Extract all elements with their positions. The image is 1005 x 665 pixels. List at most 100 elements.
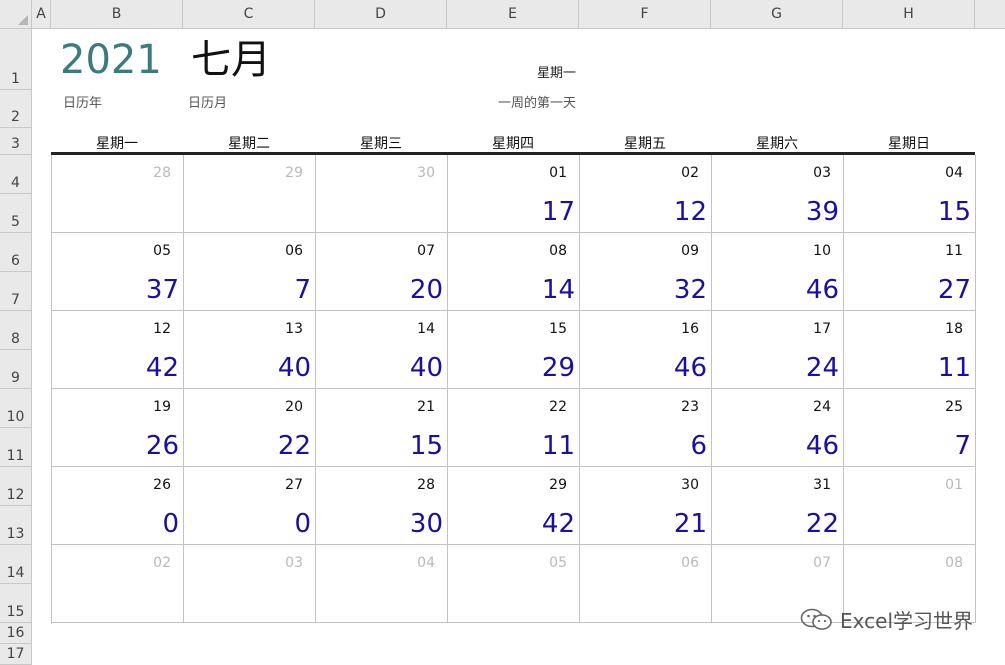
calendar-day-number: 16 <box>681 321 699 337</box>
calendar-cell[interactable]: 14 40 <box>316 311 448 389</box>
calendar-cell[interactable]: 04 15 <box>844 155 976 233</box>
calendar-day-number: 10 <box>813 243 831 259</box>
select-all-corner[interactable] <box>0 0 32 29</box>
calendar-day-number: 15 <box>549 321 567 337</box>
calendar-day-value: 46 <box>673 353 707 383</box>
calendar-day-number: 23 <box>681 399 699 415</box>
row-header-6[interactable]: 6 <box>0 233 32 272</box>
calendar-day-number: 18 <box>945 321 963 337</box>
calendar-cell[interactable]: 10 46 <box>712 233 844 311</box>
calendar-month[interactable]: 七月 <box>191 36 271 84</box>
calendar-cell[interactable]: 25 7 <box>844 389 976 467</box>
column-header-g[interactable]: G <box>711 0 843 29</box>
row-header-13[interactable]: 13 <box>0 506 32 545</box>
calendar-cell[interactable]: 17 24 <box>712 311 844 389</box>
calendar-year[interactable]: 2021 <box>60 36 162 84</box>
watermark-text: Excel学习世界 <box>840 609 973 633</box>
weekday-tue: 星期二 <box>228 136 270 152</box>
column-header-h[interactable]: H <box>843 0 975 29</box>
row-header-5[interactable]: 5 <box>0 194 32 233</box>
row-header-15[interactable]: 15 <box>0 584 32 623</box>
row-header-11[interactable]: 11 <box>0 428 32 467</box>
calendar-day-value: 14 <box>541 275 575 305</box>
calendar-cell[interactable]: 28 30 <box>316 467 448 545</box>
calendar-cell[interactable]: 01 17 <box>448 155 580 233</box>
calendar-day-number: 30 <box>681 477 699 493</box>
row-header-14[interactable]: 14 <box>0 545 32 584</box>
calendar-day-value: 30 <box>409 509 443 539</box>
calendar-cell[interactable]: 03 <box>184 545 316 623</box>
column-header-f[interactable]: F <box>579 0 711 29</box>
calendar-cell[interactable]: 01 <box>844 467 976 545</box>
row-header-4[interactable]: 4 <box>0 155 32 194</box>
calendar-cell[interactable]: 20 22 <box>184 389 316 467</box>
row-header-10[interactable]: 10 <box>0 389 32 428</box>
calendar-cell[interactable]: 02 <box>52 545 184 623</box>
calendar-cell[interactable]: 31 22 <box>712 467 844 545</box>
calendar-cell[interactable]: 28 <box>52 155 184 233</box>
calendar-cell[interactable]: 05 37 <box>52 233 184 311</box>
calendar-cell[interactable]: 18 11 <box>844 311 976 389</box>
calendar-day-value: 7 <box>294 275 311 305</box>
row-header-2[interactable]: 2 <box>0 90 32 128</box>
calendar-cell[interactable]: 29 <box>184 155 316 233</box>
calendar-cell[interactable]: 06 <box>580 545 712 623</box>
column-header-b[interactable]: B <box>51 0 183 29</box>
calendar-cell[interactable]: 07 20 <box>316 233 448 311</box>
column-header-c[interactable]: C <box>183 0 315 29</box>
calendar-day-value: 46 <box>805 431 839 461</box>
calendar-cell[interactable]: 06 7 <box>184 233 316 311</box>
week-start-value[interactable]: 星期一 <box>420 62 576 81</box>
weekday-wed: 星期三 <box>360 136 402 152</box>
column-header-a[interactable]: A <box>32 0 51 29</box>
calendar-day-number: 07 <box>813 555 831 571</box>
calendar-cell[interactable]: 30 21 <box>580 467 712 545</box>
calendar-day-value: 11 <box>541 431 575 461</box>
calendar-cell[interactable]: 15 29 <box>448 311 580 389</box>
calendar-day-value: 27 <box>937 275 971 305</box>
calendar-day-number: 28 <box>417 477 435 493</box>
row-header-3[interactable]: 3 <box>0 128 32 155</box>
calendar-cell[interactable]: 04 <box>316 545 448 623</box>
calendar-cell[interactable]: 08 14 <box>448 233 580 311</box>
spreadsheet: A B C D E F G H 1 2 3 4 5 6 7 8 9 10 11 … <box>0 0 1005 665</box>
calendar-day-value: 7 <box>954 431 971 461</box>
calendar-cell[interactable]: 11 27 <box>844 233 976 311</box>
calendar-cell[interactable]: 13 40 <box>184 311 316 389</box>
calendar-cell[interactable]: 16 46 <box>580 311 712 389</box>
calendar-day-number: 28 <box>153 165 171 181</box>
calendar-day-value: 22 <box>277 431 311 461</box>
calendar-day-number: 08 <box>549 243 567 259</box>
row-header-17[interactable]: 17 <box>0 644 32 665</box>
calendar-cell[interactable]: 05 <box>448 545 580 623</box>
calendar-day-number: 14 <box>417 321 435 337</box>
calendar-cell[interactable]: 29 42 <box>448 467 580 545</box>
calendar-cell[interactable]: 23 6 <box>580 389 712 467</box>
calendar-cell[interactable]: 30 <box>316 155 448 233</box>
calendar-cell[interactable]: 21 15 <box>316 389 448 467</box>
calendar-day-value: 17 <box>541 197 575 227</box>
row-header-1[interactable]: 1 <box>0 29 32 90</box>
calendar-day-value: 32 <box>673 275 707 305</box>
calendar-day-number: 26 <box>153 477 171 493</box>
calendar-year-label: 日历年 <box>63 96 103 111</box>
calendar-cell[interactable]: 22 11 <box>448 389 580 467</box>
calendar-cell[interactable]: 03 39 <box>712 155 844 233</box>
row-header-7[interactable]: 7 <box>0 272 32 311</box>
calendar-cell[interactable]: 24 46 <box>712 389 844 467</box>
calendar-day-number: 04 <box>945 165 963 181</box>
column-header-e[interactable]: E <box>447 0 579 29</box>
calendar-cell[interactable]: 02 12 <box>580 155 712 233</box>
calendar-cell[interactable]: 12 42 <box>52 311 184 389</box>
calendar-cell[interactable]: 27 0 <box>184 467 316 545</box>
calendar-cell[interactable]: 19 26 <box>52 389 184 467</box>
row-header-8[interactable]: 8 <box>0 311 32 350</box>
calendar-cell[interactable]: 09 32 <box>580 233 712 311</box>
calendar-cell[interactable]: 26 0 <box>52 467 184 545</box>
row-header-12[interactable]: 12 <box>0 467 32 506</box>
row-header-9[interactable]: 9 <box>0 350 32 389</box>
row-header-16[interactable]: 16 <box>0 623 32 644</box>
calendar-day-value: 15 <box>409 431 443 461</box>
column-header-d[interactable]: D <box>315 0 447 29</box>
calendar-day-number: 01 <box>549 165 567 181</box>
